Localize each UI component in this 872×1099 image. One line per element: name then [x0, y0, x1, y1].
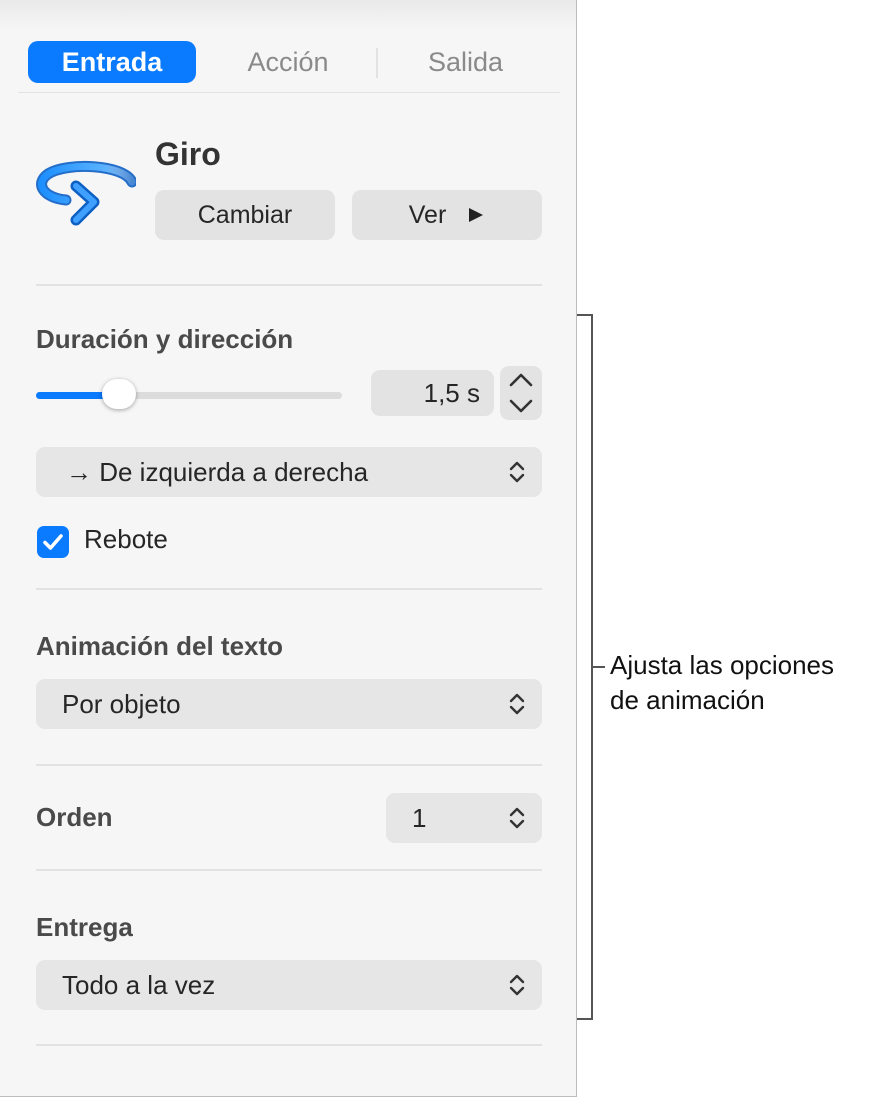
updown-chevron-icon [509, 461, 525, 483]
direction-value: → De izquierda a derecha [66, 457, 369, 487]
bounce-checkbox[interactable] [37, 526, 69, 558]
duration-slider-thumb[interactable] [101, 379, 136, 409]
screenshot-root: Entrada Acción Salida Giro Cambiar Ver D… [0, 0, 872, 1099]
updown-chevron-icon [509, 693, 525, 715]
tab-entrada[interactable]: Entrada [28, 41, 196, 83]
order-label: Orden [36, 802, 113, 832]
delivery-select[interactable]: Todo a la vez [36, 960, 542, 1010]
duration-stepper [500, 366, 542, 420]
order-select[interactable]: 1 [386, 793, 542, 843]
divider [36, 588, 542, 590]
spin-arrow-icon [36, 160, 136, 226]
effect-name: Giro [155, 136, 221, 172]
updown-chevron-icon [509, 807, 525, 829]
callout-line-1: Ajusta las opciones [610, 650, 835, 680]
duration-decrement-button[interactable] [500, 393, 542, 420]
divider [36, 1044, 542, 1046]
text-animation-select[interactable]: Por objeto [36, 679, 542, 729]
text-animation-value: Por objeto [62, 689, 181, 719]
animate-inspector-panel: Entrada Acción Salida Giro Cambiar Ver D… [0, 0, 577, 1097]
divider [36, 284, 542, 286]
duration-slider[interactable] [36, 379, 342, 409]
callout-bracket [577, 314, 593, 1020]
divider [36, 764, 542, 766]
preview-button[interactable]: Ver [352, 190, 542, 240]
chevron-down-icon [509, 399, 533, 413]
delivery-value: Todo a la vez [62, 970, 216, 1000]
change-effect-button[interactable]: Cambiar [155, 190, 335, 240]
panel-top-fade [0, 0, 576, 30]
play-icon [469, 208, 484, 222]
callout-text: Ajusta las opciones de animación [610, 648, 870, 718]
tab-separator [376, 48, 378, 78]
delivery-label: Entrega [36, 912, 133, 942]
callout-line-2: de animación [610, 685, 765, 715]
duration-input[interactable]: 1,5 s [371, 370, 494, 416]
updown-chevron-icon [509, 974, 525, 996]
divider [36, 869, 542, 871]
order-value: 1 [412, 803, 427, 833]
change-effect-label: Cambiar [197, 201, 293, 229]
duration-direction-label: Duración y dirección [36, 324, 294, 354]
tab-salida[interactable]: Salida [388, 41, 543, 83]
text-animation-label: Animación del texto [36, 631, 284, 661]
bounce-label: Rebote [84, 524, 168, 554]
chevron-up-icon [509, 373, 533, 387]
checkmark-icon [43, 534, 63, 550]
animation-tab-bar: Entrada Acción Salida [18, 38, 560, 93]
callout-leader-line [593, 666, 605, 668]
preview-label: Ver [408, 201, 447, 229]
direction-select[interactable]: → De izquierda a derecha [36, 447, 542, 497]
duration-increment-button[interactable] [500, 366, 542, 393]
tab-accion[interactable]: Acción [208, 41, 368, 83]
